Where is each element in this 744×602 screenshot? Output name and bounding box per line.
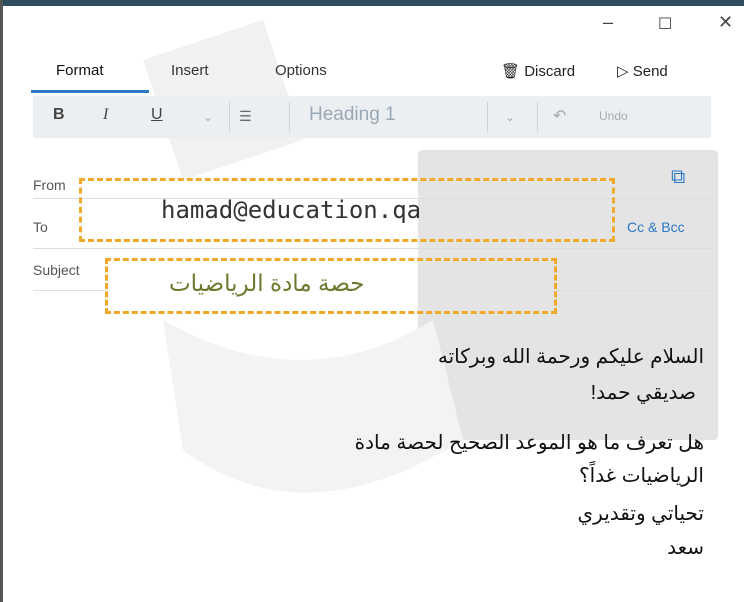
mail-compose-window: – ☐ ✕ Format Insert Options 🗑 Discard ▷ … [0,0,744,602]
chevron-down-icon[interactable]: ⌄ [203,110,213,124]
chevron-down-icon[interactable]: ⌄ [505,110,515,124]
trash-icon: 🗑 [501,63,521,80]
body-line: تحياتي وتقديري [577,503,705,525]
undo-label[interactable]: Undo [599,109,628,123]
send-label: Send [632,63,668,80]
tab-options[interactable]: Options [275,62,327,79]
tab-insert[interactable]: Insert [171,62,209,79]
maximize-button[interactable]: ☐ [658,14,672,34]
italic-button[interactable]: I [103,106,108,124]
send-icon: ▷ [617,63,629,80]
bold-button[interactable]: B [53,106,65,124]
close-button[interactable]: ✕ [718,12,733,33]
field-divider [33,248,711,249]
toolbar-divider [229,102,230,132]
paragraph-style-icon[interactable]: ☰ [239,108,252,125]
send-button[interactable]: ▷ Send [617,62,668,80]
cc-bcc-link[interactable]: Cc & Bcc [627,219,685,235]
from-label: From [33,177,66,193]
pop-out-icon[interactable]: ⧉ [671,166,685,189]
undo-icon[interactable]: ↶ [553,106,566,126]
field-divider [557,290,711,291]
subject-label: Subject [33,262,80,278]
active-tab-indicator [31,90,149,93]
body-line: صديقي حمد! [590,382,696,404]
minimize-button[interactable]: – [603,12,613,33]
underline-button[interactable]: U [151,106,163,124]
body-line: هل تعرف ما هو الموعد الصحيح لحصة مادة [354,432,704,454]
tab-format[interactable]: Format [56,62,104,79]
body-line: سعد [667,537,704,559]
field-divider [33,290,105,291]
toolbar-divider [487,102,488,132]
toolbar-divider [537,102,538,132]
subject-field[interactable]: حصة مادة الرياضيات [169,270,365,297]
body-line: الرياضيات غداً؟ [579,465,704,487]
to-label: To [33,219,48,235]
discard-button[interactable]: 🗑 Discard [501,62,575,80]
body-line: السلام عليكم ورحمة الله وبركاته [437,346,704,368]
style-select[interactable]: Heading 1 [309,104,396,126]
discard-label: Discard [524,63,576,80]
format-toolbar: B I U ⌄ ☰ Heading 1 ⌄ ↶ Undo [33,96,711,138]
to-field[interactable]: hamad@education.qa [161,196,421,224]
toolbar-divider [289,102,290,132]
window-top-border [3,0,744,6]
